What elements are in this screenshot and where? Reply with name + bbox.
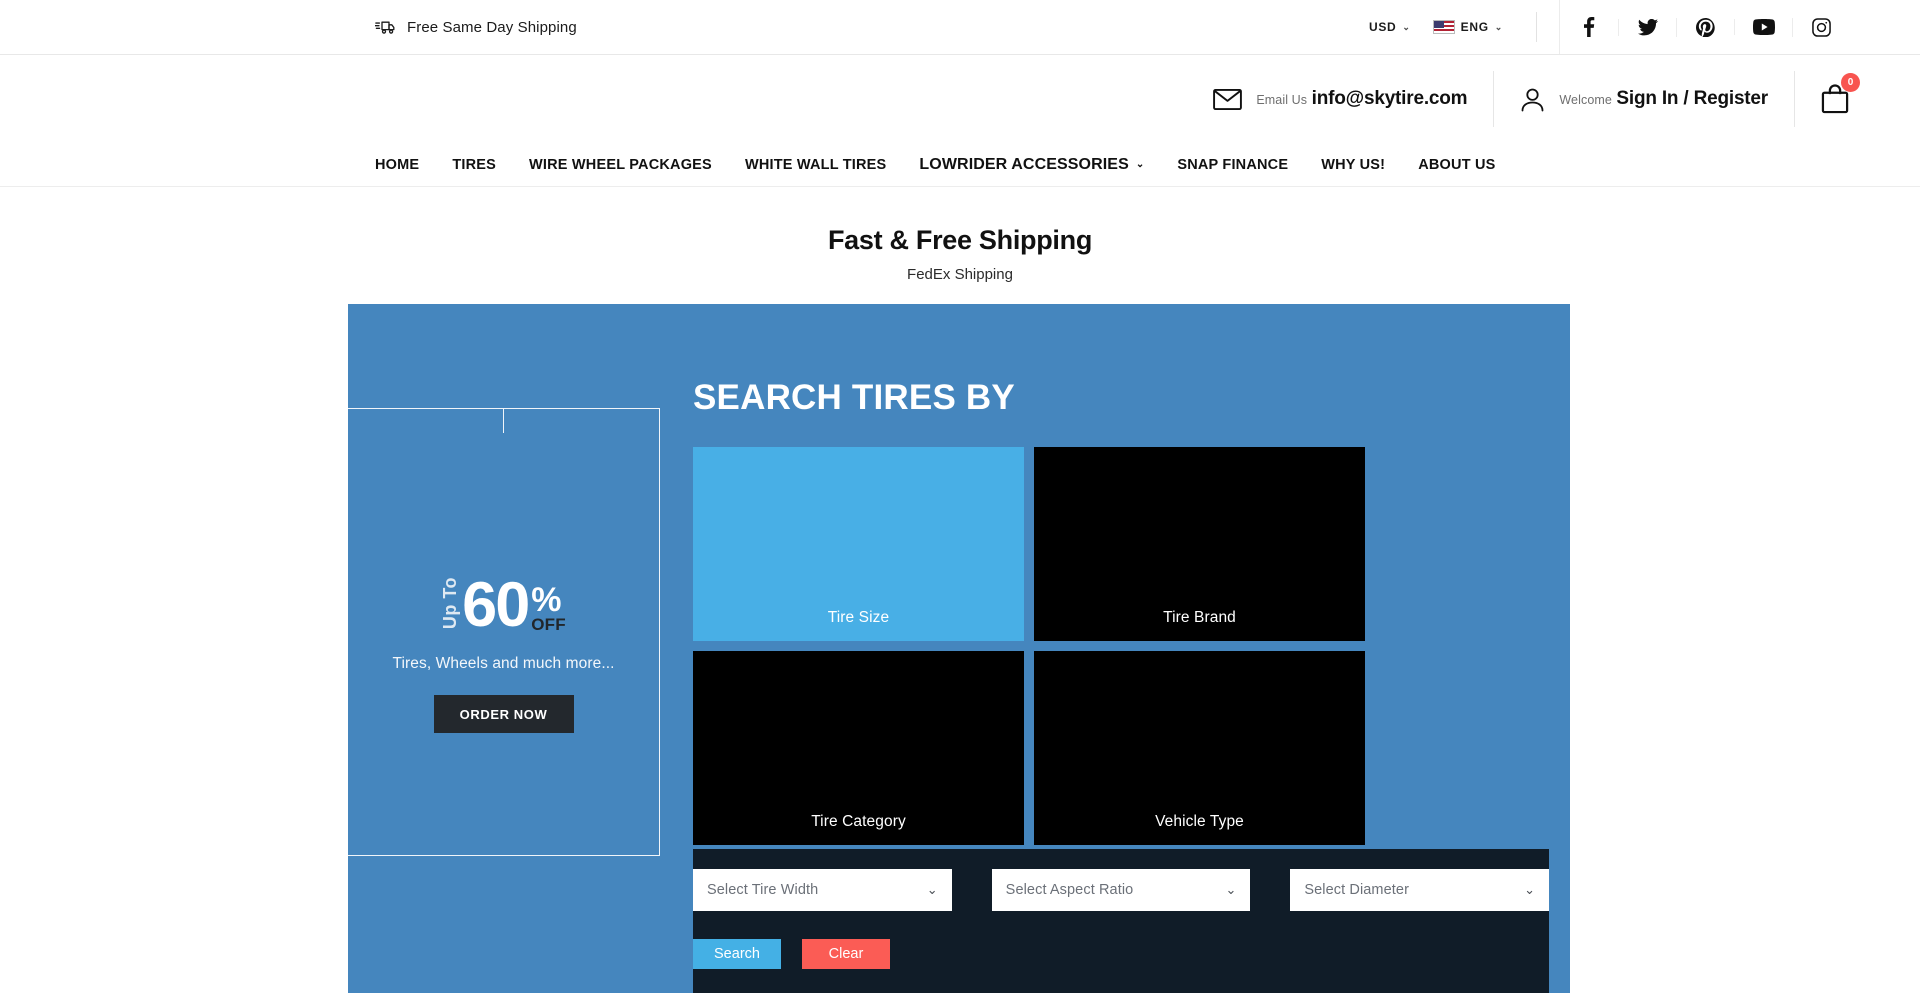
youtube-icon <box>1752 19 1775 35</box>
chevron-down-icon: ⌄ <box>1402 21 1411 32</box>
nav-label: SNAP FINANCE <box>1177 156 1289 173</box>
top-bar-right: USD ⌄ ENG ⌄ <box>1358 0 1850 54</box>
tire-size-form-panel: Select Tire Width ⌄ Select Aspect Ratio … <box>693 849 1550 993</box>
tile-tire-brand[interactable]: Tire Brand <box>1034 447 1365 641</box>
tile-label: Tire Brand <box>1163 609 1236 626</box>
currency-selector[interactable]: USD ⌄ <box>1358 20 1422 34</box>
form-buttons: Search Clear <box>693 939 1549 969</box>
chevron-down-icon: ⌄ <box>1524 882 1536 897</box>
nav-item-tires[interactable]: TIRES <box>452 157 496 173</box>
chevron-down-icon: ⌄ <box>1225 882 1237 897</box>
account-text: Welcome Sign In / Register <box>1559 87 1768 111</box>
nav-item-home[interactable]: HOME <box>375 157 419 173</box>
shipping-banner-title: Fast & Free Shipping <box>827 225 1093 255</box>
header-actions: Email Us info@skytire.com Welcome Sign I… <box>1187 71 1860 127</box>
nav-label: LOWRIDER ACCESSORIES <box>919 155 1129 173</box>
tile-tire-size[interactable]: Tire Size <box>693 447 1024 641</box>
select-diameter[interactable]: Select Diameter ⌄ <box>1290 869 1550 911</box>
card-tick-mark <box>503 409 504 433</box>
user-icon <box>1520 87 1545 112</box>
clear-button[interactable]: Clear <box>802 939 890 969</box>
nav-item-white-wall-tires[interactable]: WHITE WALL TIRES <box>745 157 886 173</box>
nav-label: TIRES <box>452 156 497 173</box>
search-tires-heading: SEARCH TIRES BY <box>693 378 1015 417</box>
nav-item-lowrider-accessories[interactable]: LOWRIDER ACCESSORIES ⌄ <box>919 156 1144 174</box>
nav-label: WHY US! <box>1321 156 1386 173</box>
nav-item-snap-finance[interactable]: SNAP FINANCE <box>1177 157 1288 173</box>
discount-suffix: % OFF <box>531 580 566 635</box>
language-value: ENG <box>1460 20 1489 34</box>
cart-button[interactable]: 0 <box>1794 71 1860 127</box>
percent-sign: % <box>531 580 562 619</box>
pinterest-icon <box>1696 17 1715 37</box>
twitter-icon <box>1637 18 1658 36</box>
nav-label: HOME <box>375 156 420 173</box>
email-us-label: Email Us <box>1256 93 1308 108</box>
shipping-banner: Fast & Free Shipping FedEx Shipping <box>0 187 1920 283</box>
top-bar: Free Same Day Shipping USD ⌄ ENG ⌄ <box>0 0 1920 55</box>
tile-tire-category[interactable]: Tire Category <box>693 651 1024 845</box>
welcome-label: Welcome <box>1559 93 1612 108</box>
promo-discount-card: Up To 60 % OFF Tires, Wheels and much mo… <box>348 408 660 856</box>
nav-label: WHITE WALL TIRES <box>744 156 887 173</box>
select-aspect-ratio[interactable]: Select Aspect Ratio ⌄ <box>991 869 1251 911</box>
social-links <box>1559 0 1850 54</box>
social-link-twitter[interactable] <box>1618 18 1676 36</box>
nav-label: ABOUT US <box>1418 156 1496 173</box>
order-now-button[interactable]: ORDER NOW <box>433 695 574 734</box>
free-shipping-note: Free Same Day Shipping <box>375 19 577 36</box>
divider <box>1536 12 1537 42</box>
tile-label: Tire Category <box>811 813 906 830</box>
up-to-label: Up To <box>440 577 461 630</box>
email-us-value: info@skytire.com <box>1311 88 1468 110</box>
site-header: Email Us info@skytire.com Welcome Sign I… <box>0 55 1920 143</box>
tile-label: Tire Size <box>827 609 890 626</box>
shipping-banner-subtitle: FedEx Shipping <box>907 266 1013 283</box>
discount-number: 60 <box>462 569 530 640</box>
select-diameter-value: Select Diameter <box>1304 882 1409 898</box>
nav-item-why-us[interactable]: WHY US! <box>1321 157 1385 173</box>
nav-item-wire-wheel-packages[interactable]: WIRE WHEEL PACKAGES <box>529 157 712 173</box>
email-us-block[interactable]: Email Us info@skytire.com <box>1187 71 1493 127</box>
delivery-truck-icon <box>375 19 396 35</box>
facebook-icon <box>1583 17 1595 37</box>
promo-card-content: Up To 60 % OFF Tires, Wheels and much mo… <box>348 569 659 734</box>
instagram-icon <box>1812 17 1831 37</box>
nav-item-about-us[interactable]: ABOUT US <box>1418 157 1495 173</box>
promo-tagline: Tires, Wheels and much more... <box>392 655 615 673</box>
search-tires-section: Up To 60 % OFF Tires, Wheels and much mo… <box>348 304 1570 993</box>
us-flag-icon <box>1432 20 1455 34</box>
search-button[interactable]: Search <box>693 939 781 969</box>
nav-label: WIRE WHEEL PACKAGES <box>529 156 712 173</box>
select-aspect-ratio-value: Select Aspect Ratio <box>1005 882 1134 898</box>
social-link-instagram[interactable] <box>1792 17 1850 37</box>
chevron-down-icon: ⌄ <box>1494 21 1503 32</box>
envelope-icon <box>1213 88 1243 111</box>
currency-value: USD <box>1368 20 1397 34</box>
account-block[interactable]: Welcome Sign In / Register <box>1493 71 1794 127</box>
social-link-facebook[interactable] <box>1560 17 1618 37</box>
chevron-down-icon: ⌄ <box>926 882 938 897</box>
discount-figure: Up To 60 % OFF <box>348 569 659 640</box>
social-link-youtube[interactable] <box>1734 19 1792 35</box>
language-selector[interactable]: ENG ⌄ <box>1422 20 1514 34</box>
tile-label: Vehicle Type <box>1155 813 1244 830</box>
select-tire-width[interactable]: Select Tire Width ⌄ <box>693 869 952 911</box>
social-link-pinterest[interactable] <box>1676 17 1734 37</box>
off-label: OFF <box>531 615 566 635</box>
search-tile-grid: Tire Size Tire Brand Tire Category Vehic… <box>693 447 1365 845</box>
select-row: Select Tire Width ⌄ Select Aspect Ratio … <box>693 869 1550 911</box>
chevron-down-icon: ⌄ <box>1135 159 1145 170</box>
email-us-text: Email Us info@skytire.com <box>1256 87 1467 111</box>
cart-count-badge: 0 <box>1841 73 1860 92</box>
free-shipping-label: Free Same Day Shipping <box>407 18 577 36</box>
select-tire-width-value: Select Tire Width <box>707 882 819 898</box>
sign-in-register-link: Sign In / Register <box>1616 88 1768 110</box>
main-navigation: HOME TIRES WIRE WHEEL PACKAGES WHITE WAL… <box>0 143 1920 187</box>
tile-vehicle-type[interactable]: Vehicle Type <box>1034 651 1365 845</box>
